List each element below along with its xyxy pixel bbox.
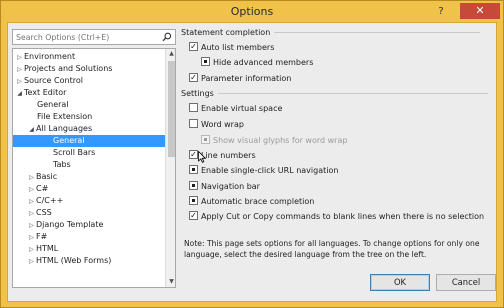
settings-group: Settings [181, 89, 488, 98]
tree-item-all-languages[interactable]: ◢ All Languages [27, 123, 92, 135]
auto-list-members-checkbox[interactable]: ✓ [189, 42, 198, 51]
enable-single-click-url-checkbox[interactable] [189, 165, 198, 174]
tree-item-label: General [53, 136, 85, 145]
expand-arrow-icon[interactable]: ▷ [27, 256, 36, 268]
scroll-down-icon[interactable]: ▼ [166, 277, 175, 287]
option-label: Show visual glyphs for word wrap [213, 136, 348, 145]
tree-item-html-web-forms[interactable]: ▷ HTML (Web Forms) [27, 255, 111, 267]
statement-completion-group: Statement completion [181, 28, 481, 37]
tree-scrollbar[interactable]: ▲ ▼ [165, 49, 175, 287]
scroll-up-icon[interactable]: ▲ [166, 49, 175, 59]
tree-item-source-control[interactable]: ▷ Source Control [15, 75, 83, 87]
group-divider [274, 32, 481, 33]
option-label: Automatic brace completion [201, 197, 315, 206]
tree-item-label: Basic [36, 172, 58, 181]
tree-item-label: C/C++ [36, 196, 64, 205]
tree-item-environment[interactable]: ▷ Environment [15, 51, 75, 63]
tree-item-c-cpp[interactable]: ▷ C/C++ [27, 195, 63, 207]
parameter-information-option[interactable]: ✓ Parameter information [189, 73, 291, 85]
enable-single-click-url-option[interactable]: Enable single-click URL navigation [189, 165, 338, 177]
tree-item-text-editor-general[interactable]: General [37, 99, 69, 111]
tree-item-basic[interactable]: ▷ Basic [27, 171, 57, 183]
search-icon[interactable] [162, 32, 172, 42]
options-tree[interactable]: ▷ Environment ▷ Projects and Solutions ▷ So… [12, 48, 176, 288]
cancel-button[interactable]: Cancel [436, 274, 496, 291]
parameter-information-checkbox[interactable]: ✓ [189, 73, 198, 82]
help-button[interactable]: ? [427, 4, 455, 19]
tree-item-label: Source Control [24, 76, 83, 85]
mouse-cursor-icon [198, 151, 206, 163]
tree-item-label: Projects and Solutions [24, 64, 113, 73]
show-visual-glyphs-checkbox [201, 135, 210, 144]
search-input[interactable] [13, 30, 159, 44]
option-label: Line numbers [201, 151, 256, 160]
tree-item-all-languages-general[interactable]: General [13, 135, 165, 147]
enable-virtual-space-checkbox[interactable] [189, 103, 198, 112]
title-bar[interactable]: Options ? ✕ [1, 1, 503, 22]
hide-advanced-members-checkbox[interactable] [201, 57, 210, 66]
scrollbar-thumb[interactable] [168, 61, 175, 157]
tree-item-label: HTML [36, 244, 59, 253]
tree-item-text-editor[interactable]: ◢ Text Editor [15, 87, 66, 99]
tree-item-html[interactable]: ▷ HTML [27, 243, 58, 255]
group-divider [217, 93, 488, 94]
tree-item-label: Text Editor [24, 88, 67, 97]
option-label: Enable virtual space [201, 104, 283, 113]
tree-item-label: All Languages [36, 124, 93, 133]
option-label: Auto list members [201, 43, 275, 52]
navigation-bar-option[interactable]: Navigation bar [189, 181, 260, 193]
word-wrap-checkbox[interactable] [189, 119, 198, 128]
tree-item-label: Environment [24, 52, 76, 61]
apply-cut-copy-option[interactable]: ✓ Apply Cut or Copy commands to blank lin… [189, 211, 484, 223]
tree-item-label: HTML (Web Forms) [36, 256, 112, 265]
search-box[interactable] [12, 29, 176, 45]
apply-cut-copy-checkbox[interactable]: ✓ [189, 211, 198, 220]
option-label: Word wrap [201, 120, 244, 129]
option-label: Apply Cut or Copy commands to blank line… [201, 212, 485, 221]
statement-completion-heading: Statement completion [181, 28, 271, 37]
options-window-frame: Options ? ✕ ▷Environment ▷Projects and S… [0, 0, 504, 308]
line-numbers-checkbox[interactable]: ✓ [189, 150, 198, 159]
dialog-client-area: ▷Environment ▷Projects and Solutions ▷So… [7, 22, 497, 302]
option-label: Enable single-click URL navigation [201, 166, 339, 175]
option-label: Navigation bar [201, 182, 260, 191]
ok-button[interactable]: OK [370, 274, 430, 291]
tree-item-label: F# [36, 232, 48, 241]
tree-item-django-template[interactable]: ▷ Django Template [27, 219, 103, 231]
tree-item-scroll-bars[interactable]: Scroll Bars [53, 147, 95, 159]
tree-item-csharp[interactable]: ▷ C# [27, 183, 48, 195]
tree-item-label: General [37, 100, 69, 109]
note-text: Note: This page sets options for all lan… [184, 239, 480, 259]
option-label: Hide advanced members [213, 58, 314, 67]
tree-item-label: C# [36, 184, 49, 193]
tree-item-label: Tabs [53, 160, 71, 169]
tree-item-tabs[interactable]: Tabs [53, 159, 71, 171]
tree-item-label: File Extension [37, 112, 93, 121]
tree-item-css[interactable]: ▷ CSS [27, 207, 52, 219]
tree-item-label: CSS [36, 208, 52, 217]
tree-item-file-extension[interactable]: File Extension [37, 111, 92, 123]
settings-heading: Settings [181, 89, 214, 98]
automatic-brace-completion-option[interactable]: Automatic brace completion [189, 196, 314, 208]
auto-list-members-option[interactable]: ✓ Auto list members [189, 42, 274, 54]
tree-item-fsharp[interactable]: ▷ F# [27, 231, 47, 243]
enable-virtual-space-option[interactable]: Enable virtual space [189, 103, 282, 115]
word-wrap-option[interactable]: Word wrap [189, 119, 244, 131]
close-button[interactable]: ✕ [460, 3, 500, 19]
show-visual-glyphs-option: Show visual glyphs for word wrap [201, 135, 347, 147]
tree-item-projects-and-solutions[interactable]: ▷ Projects and Solutions [15, 63, 112, 75]
hide-advanced-members-option[interactable]: Hide advanced members [201, 57, 313, 69]
automatic-brace-completion-checkbox[interactable] [189, 196, 198, 205]
navigation-bar-checkbox[interactable] [189, 181, 198, 190]
tree-item-label: Scroll Bars [53, 148, 96, 157]
collapse-arrow-icon[interactable]: ◢ [15, 88, 24, 100]
option-label: Parameter information [201, 74, 292, 83]
tree-item-label: Django Template [36, 220, 104, 229]
